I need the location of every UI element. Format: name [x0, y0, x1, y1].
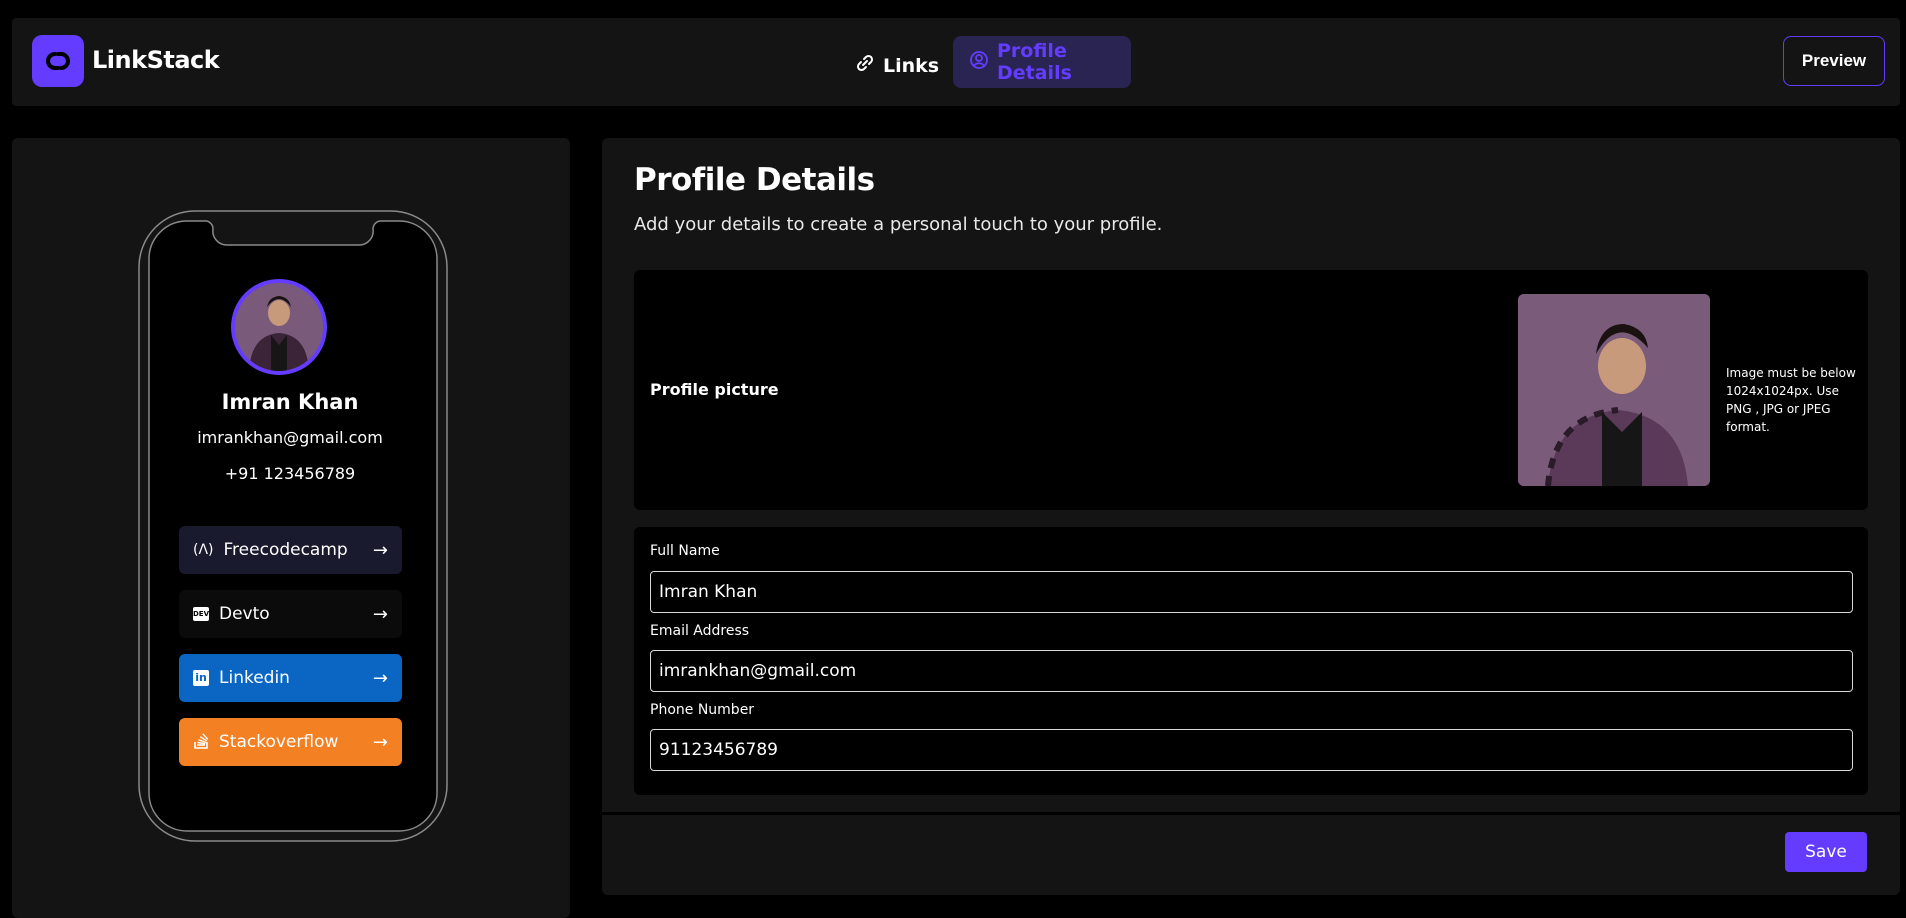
- profile-details-panel: Profile Details Add your details to crea…: [602, 138, 1900, 895]
- link-label: Stackoverflow: [219, 732, 339, 752]
- picture-requirements-note: Image must be below 1024x1024px. Use PNG…: [1726, 366, 1856, 434]
- preview-email: imrankhan@gmail.com: [197, 428, 383, 447]
- save-button[interactable]: Save: [1785, 832, 1867, 872]
- linkedin-icon: in: [193, 670, 209, 686]
- top-header: LinkStack Links Profile Details Preview: [12, 18, 1900, 106]
- phone-label: Phone Number: [650, 702, 755, 718]
- profile-picture-upload[interactable]: [1518, 294, 1710, 486]
- tab-profile-label: Profile Details: [997, 40, 1072, 84]
- full-name-label: Full Name: [650, 543, 720, 559]
- footer-divider: [602, 812, 1900, 815]
- preview-button[interactable]: Preview: [1783, 36, 1885, 86]
- profile-picture-label: Profile picture: [650, 380, 779, 399]
- app-name: LinkStack: [92, 46, 220, 74]
- devto-icon: DEV: [193, 607, 209, 621]
- tab-profile-details[interactable]: Profile Details: [953, 36, 1131, 88]
- link-label: Devto: [219, 604, 270, 624]
- freecodecamp-icon: (ᐱ): [193, 542, 214, 558]
- phone-field[interactable]: [650, 729, 1853, 771]
- email-label: Email Address: [650, 623, 750, 639]
- arrow-right-icon: →: [372, 603, 388, 625]
- page-subtitle: Add your details to create a personal to…: [634, 214, 1163, 235]
- page-title: Profile Details: [634, 162, 875, 198]
- preview-name: Imran Khan: [221, 390, 359, 414]
- full-name-field[interactable]: [650, 571, 1853, 613]
- profile-form-card: Full Name Email Address Phone Number: [634, 527, 1868, 795]
- arrow-right-icon: →: [372, 539, 388, 561]
- arrow-right-icon: →: [372, 667, 388, 689]
- arrow-right-icon: →: [372, 731, 388, 753]
- user-circle-icon: [969, 50, 989, 75]
- tab-links-label: Links: [883, 54, 940, 77]
- stackoverflow-icon: [193, 731, 209, 754]
- preview-phone: +91 123456789: [224, 464, 356, 483]
- link-icon: [855, 53, 875, 78]
- link-label: Freecodecamp: [223, 540, 348, 560]
- email-field[interactable]: [650, 650, 1853, 692]
- preview-link-linkedin[interactable]: in Linkedin →: [179, 654, 402, 702]
- preview-link-devto[interactable]: DEV Devto →: [179, 590, 402, 638]
- tab-links[interactable]: Links: [855, 53, 939, 78]
- profile-picture-card: Profile picture Image must be below 1024…: [634, 270, 1868, 510]
- link-label: Linkedin: [219, 668, 290, 688]
- logo-icon[interactable]: [32, 35, 84, 87]
- preview-link-stackoverflow[interactable]: Stackoverflow →: [179, 718, 402, 766]
- preview-avatar: [231, 279, 327, 375]
- preview-link-freecodecamp[interactable]: (ᐱ) Freecodecamp →: [179, 526, 402, 574]
